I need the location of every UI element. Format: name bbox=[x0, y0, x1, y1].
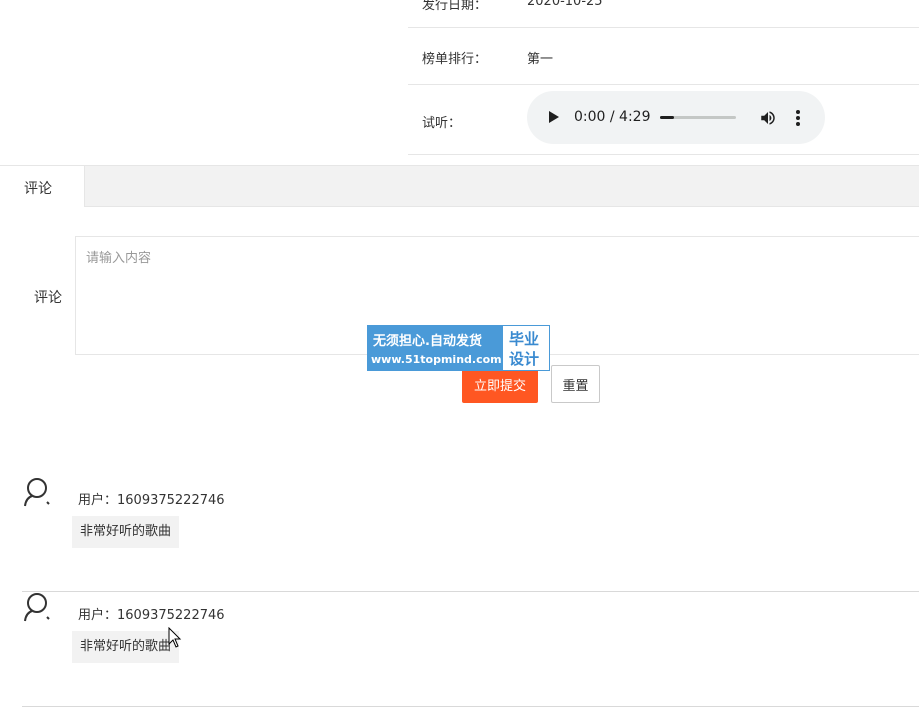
comment-text: 非常好听的歌曲 bbox=[72, 631, 180, 663]
tab-bar: 评论 bbox=[0, 165, 919, 207]
watermark-slogan: 无须担心.自动发货 bbox=[373, 334, 482, 349]
tab-comments[interactable]: 评论 bbox=[0, 166, 85, 207]
volume-icon[interactable] bbox=[759, 109, 777, 127]
play-icon[interactable] bbox=[549, 111, 559, 123]
preview-label: 试听： bbox=[422, 116, 462, 131]
watermark-side-top: 毕业 bbox=[509, 330, 540, 348]
watermark-logo: 无须担心.自动发货 www.51topmind.com 毕业 设计 bbox=[367, 325, 550, 371]
info-row-rank: 榜单排行： 第一 bbox=[408, 28, 919, 85]
user-avatar-icon bbox=[24, 478, 50, 507]
audio-time: 0:00 / 4:29 bbox=[574, 109, 651, 125]
watermark-url: www.51topmind.com bbox=[371, 353, 502, 366]
rank-label: 榜单排行： bbox=[422, 52, 488, 67]
watermark-main: 无须担心.自动发货 www.51topmind.com bbox=[367, 325, 502, 371]
more-options-icon[interactable] bbox=[795, 109, 801, 127]
audio-progress-fill bbox=[660, 116, 674, 119]
mouse-cursor-icon bbox=[168, 627, 182, 648]
comment-item: 用户：1609375222746 非常好听的歌曲 bbox=[22, 591, 919, 707]
audio-progress-slider[interactable] bbox=[660, 116, 736, 119]
comment-user: 用户：1609375222746 bbox=[78, 493, 225, 508]
watermark-side: 毕业 设计 bbox=[502, 325, 550, 371]
rank-value: 第一 bbox=[527, 52, 554, 67]
info-row-release-date: 发行日期： 2020-10-25 bbox=[408, 0, 919, 28]
release-date-label: 发行日期： bbox=[422, 0, 488, 13]
submit-button[interactable]: 立即提交 bbox=[462, 366, 538, 403]
tab-comments-label: 评论 bbox=[24, 181, 52, 197]
release-date-value: 2020-10-25 bbox=[527, 0, 603, 9]
comment-item: 用户：1609375222746 非常好听的歌曲 bbox=[22, 476, 919, 592]
audio-player[interactable]: 0:00 / 4:29 bbox=[527, 91, 825, 144]
comment-form-label: 评论 bbox=[34, 290, 62, 306]
comment-text: 非常好听的歌曲 bbox=[72, 516, 180, 548]
reset-button[interactable]: 重置 bbox=[551, 365, 600, 403]
watermark-side-bottom: 设计 bbox=[509, 350, 540, 368]
user-avatar-icon bbox=[24, 593, 50, 622]
comment-user: 用户：1609375222746 bbox=[78, 608, 225, 623]
